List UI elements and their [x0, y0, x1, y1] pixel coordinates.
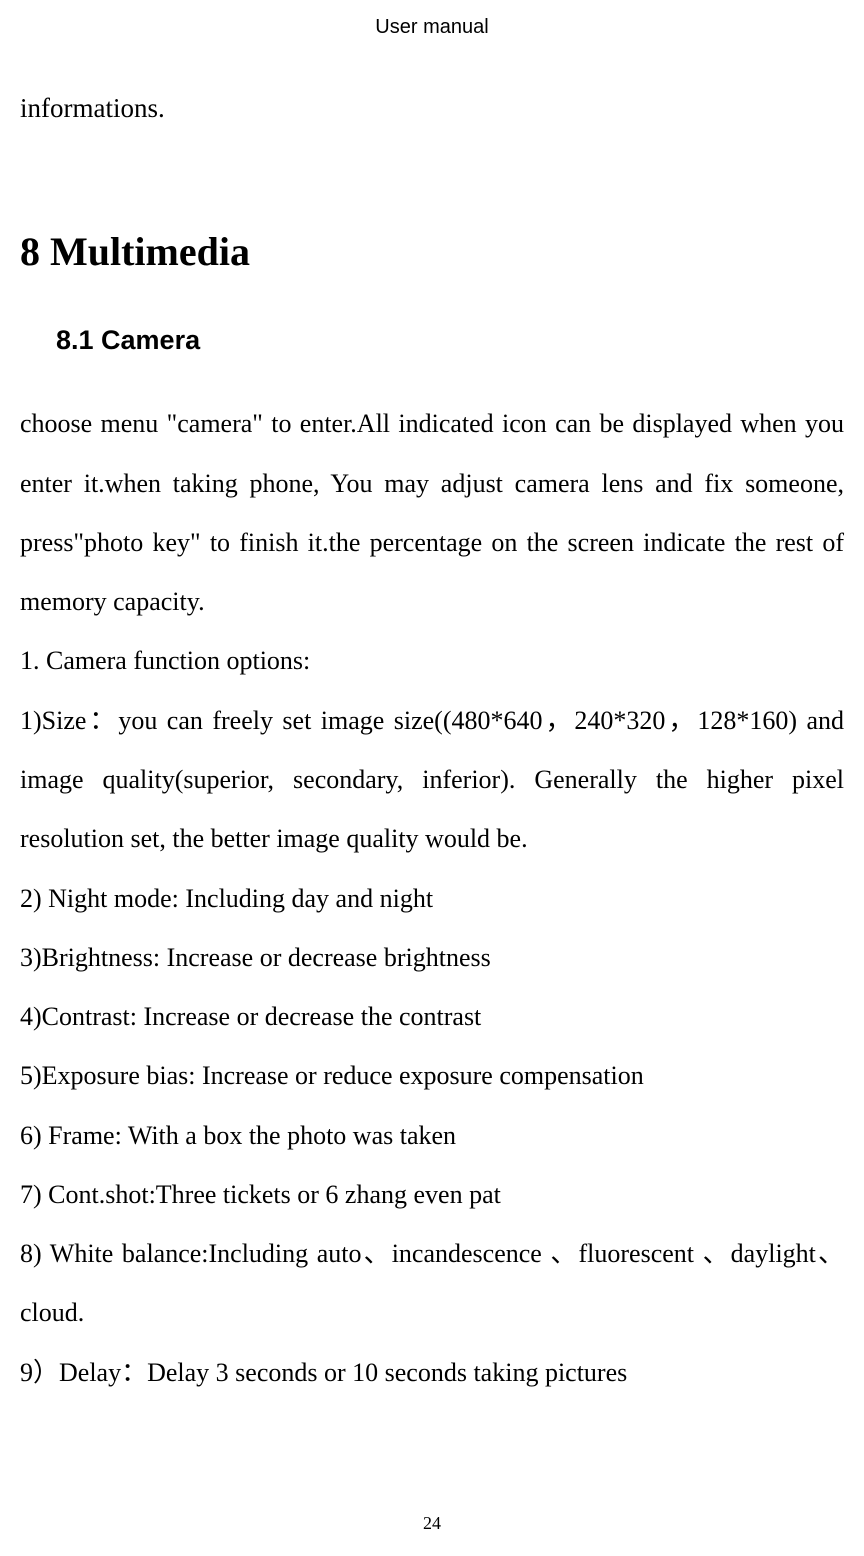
- body-paragraph-6: 4)Contrast: Increase or decrease the con…: [20, 987, 844, 1046]
- page-header: User manual: [20, 0, 844, 79]
- body-paragraph-2: 1. Camera function options:: [20, 631, 844, 690]
- body-paragraph-4: 2) Night mode: Including day and night: [20, 869, 844, 928]
- body-paragraph-8: 6) Frame: With a box the photo was taken: [20, 1106, 844, 1165]
- body-paragraph-10: 8) White balance:Including auto、incandes…: [20, 1224, 844, 1343]
- body-paragraph-9: 7) Cont.shot:Three tickets or 6 zhang ev…: [20, 1165, 844, 1224]
- body-paragraph-11: 9）Delay：Delay 3 seconds or 10 seconds ta…: [20, 1343, 844, 1402]
- page-content: informations. 8 Multimedia 8.1 Camera ch…: [20, 79, 844, 1402]
- section-heading-2: 8.1 Camera: [56, 325, 844, 356]
- page-number-value: 24: [423, 1513, 441, 1533]
- intro-paragraph: informations.: [20, 79, 844, 138]
- body-paragraph-7: 5)Exposure bias: Increase or reduce expo…: [20, 1046, 844, 1105]
- body-paragraph-1: choose menu "camera" to enter.All indica…: [20, 394, 844, 631]
- section-heading-1: 8 Multimedia: [20, 228, 844, 275]
- header-title: User manual: [375, 16, 488, 38]
- body-paragraph-3: 1)Size：you can freely set image size((48…: [20, 691, 844, 869]
- body-paragraph-5: 3)Brightness: Increase or decrease brigh…: [20, 928, 844, 987]
- page-number: 24: [0, 1513, 864, 1534]
